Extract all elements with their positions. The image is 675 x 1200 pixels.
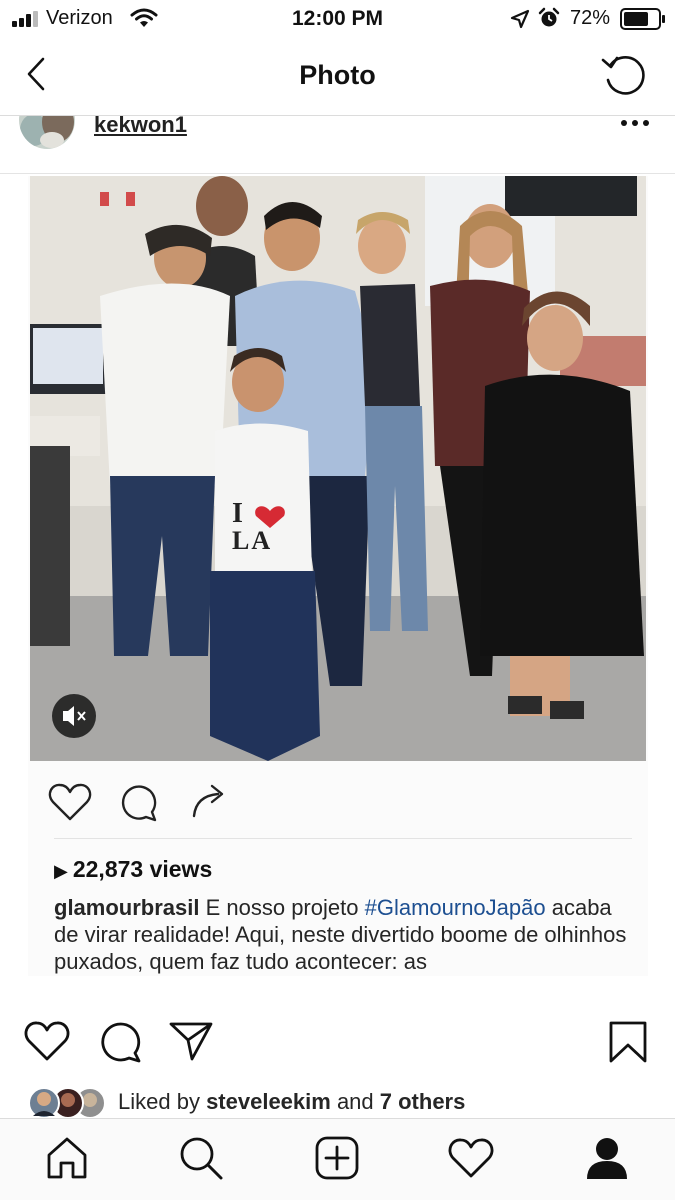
caption-clip: glamourbrasil E nosso projeto #Glamourno… — [28, 894, 648, 974]
embedded-heart-icon — [48, 782, 92, 822]
page-title: Photo — [299, 60, 376, 90]
comment-icon[interactable] — [98, 1020, 142, 1064]
location-arrow-icon — [510, 9, 530, 29]
battery-icon — [620, 8, 666, 30]
alarm-icon — [538, 7, 560, 29]
avatar[interactable] — [18, 116, 76, 150]
liked-by-prefix: Liked by — [118, 1089, 207, 1114]
liked-by-text: Liked by steveleekim and 7 others — [118, 1089, 465, 1115]
caption-hashtag: #GlamournoJapão — [364, 895, 546, 920]
post-username[interactable]: kekwon1 — [94, 112, 187, 138]
post-header: kekwon1 — [0, 112, 675, 174]
status-bar: Verizon 12:00 PM 72% — [0, 0, 675, 38]
refresh-icon[interactable] — [600, 52, 648, 98]
embedded-comment-icon — [118, 782, 158, 822]
home-icon[interactable] — [44, 1135, 90, 1181]
new-post-icon[interactable] — [314, 1135, 360, 1181]
caption: glamourbrasil E nosso projeto #Glamourno… — [54, 894, 634, 974]
like-heart-icon[interactable] — [24, 1020, 70, 1062]
embedded-divider — [54, 838, 632, 839]
embedded-share-icon — [190, 780, 230, 820]
shirt-text-la: LA — [232, 526, 273, 555]
liked-by-user[interactable]: steveleekim — [206, 1089, 331, 1114]
battery-percent: 72% — [570, 7, 611, 29]
views-count: ▶ 22,873 views — [54, 856, 212, 883]
caption-text-1: E nosso projeto — [199, 895, 365, 920]
activity-heart-icon[interactable] — [448, 1137, 494, 1179]
views-text: 22,873 views — [72, 856, 213, 882]
likes-row: Liked by steveleekim and 7 others — [0, 1084, 675, 1120]
send-icon[interactable] — [168, 1020, 214, 1062]
group-photo: I LA — [30, 176, 646, 761]
bottom-tab-bar — [0, 1118, 675, 1200]
caption-username: glamourbrasil — [54, 895, 200, 920]
liked-by-and: and — [330, 1089, 380, 1114]
navigation-bar: Photo — [0, 38, 675, 116]
profile-icon[interactable] — [584, 1135, 630, 1181]
search-icon[interactable] — [178, 1135, 224, 1181]
play-icon: ▶ — [54, 861, 73, 881]
embedded-post-screenshot: I LA ▶ 22,873 views glamourbrasil E noss… — [28, 176, 648, 976]
bookmark-icon[interactable] — [608, 1020, 648, 1064]
more-options-icon[interactable] — [620, 118, 650, 128]
liked-by-others[interactable]: 7 others — [380, 1089, 466, 1114]
